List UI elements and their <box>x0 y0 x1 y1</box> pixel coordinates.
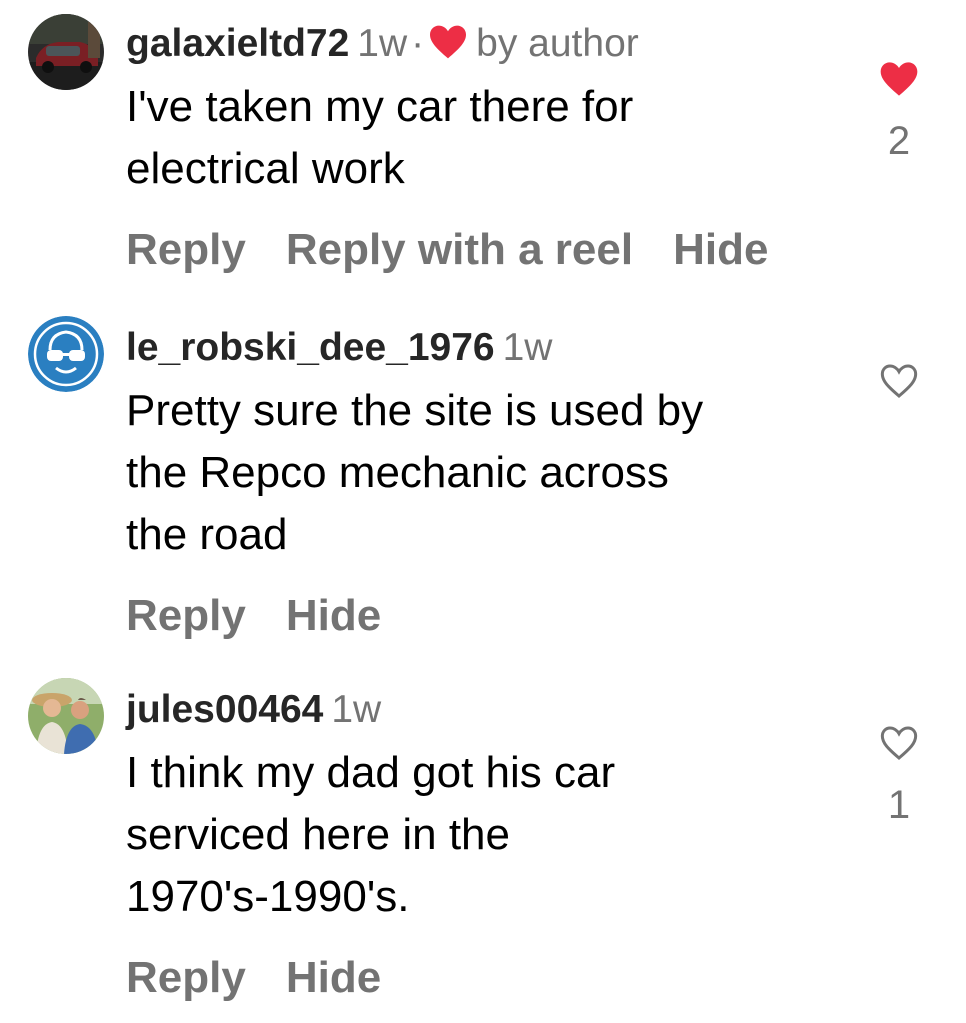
reply-button[interactable]: Reply <box>126 225 246 274</box>
avatar[interactable] <box>28 14 104 90</box>
heart-outline-icon[interactable] <box>879 362 919 400</box>
like-control: 2 <box>866 60 932 165</box>
author-liked-heart-icon <box>430 25 467 59</box>
comment-meta: le_robski_dee_1976 1w <box>126 322 846 374</box>
comment-text: I've taken my car there for electrical w… <box>126 76 846 200</box>
comment-meta: jules00464 1w <box>126 684 846 736</box>
comment-text-line: serviced here in the <box>126 810 510 859</box>
comment-list: galaxieltd72 1w · by author I've taken my c… <box>0 0 966 1023</box>
hide-button[interactable]: Hide <box>286 953 381 1002</box>
comment-meta: galaxieltd72 1w · by author <box>126 18 846 70</box>
liked-by-author-label: by author <box>476 22 639 65</box>
comment-actions: Reply Hide <box>126 948 846 1008</box>
timestamp: 1w <box>357 22 408 65</box>
hide-button[interactable]: Hide <box>673 225 768 274</box>
reply-with-reel-button[interactable]: Reply with a reel <box>286 225 633 274</box>
username-link[interactable]: galaxieltd72 <box>126 22 349 65</box>
like-count: 2 <box>887 119 911 163</box>
comment-actions: Reply Reply with a reel Hide <box>126 220 846 280</box>
car-photo-avatar-icon <box>28 14 104 90</box>
reply-button[interactable]: Reply <box>126 591 246 640</box>
avatar[interactable] <box>28 316 104 392</box>
reply-button[interactable]: Reply <box>126 953 246 1002</box>
like-control: 1 <box>866 724 932 829</box>
heart-filled-icon[interactable] <box>879 60 919 98</box>
hide-button[interactable]: Hide <box>286 591 381 640</box>
comment-text-line: electrical work <box>126 144 405 193</box>
comment-text-line: Pretty sure the site is used by <box>126 386 704 435</box>
safety-glasses-sign-icon <box>28 316 104 392</box>
heart-outline-icon[interactable] <box>879 724 919 762</box>
timestamp: 1w <box>502 326 553 369</box>
timestamp: 1w <box>331 688 382 731</box>
username-link[interactable]: le_robski_dee_1976 <box>126 326 495 369</box>
separator: · <box>411 22 425 65</box>
comment-text: I think my dad got his car serviced here… <box>126 742 846 928</box>
comment-text-line: 1970's-1990's. <box>126 872 410 921</box>
username-link[interactable]: jules00464 <box>126 688 323 731</box>
comment-text-line: I think my dad got his car <box>126 748 616 797</box>
like-count: 1 <box>887 783 911 827</box>
comment-text-line: the Repco mechanic across <box>126 448 669 497</box>
couple-photo-avatar-icon <box>28 678 104 754</box>
avatar[interactable] <box>28 678 104 754</box>
comment-text: Pretty sure the site is used by the Repc… <box>126 380 846 566</box>
comment-text-line: the road <box>126 510 288 559</box>
like-control <box>866 362 932 405</box>
comment-text-line: I've taken my car there for <box>126 82 634 131</box>
comment-actions: Reply Hide <box>126 586 846 646</box>
